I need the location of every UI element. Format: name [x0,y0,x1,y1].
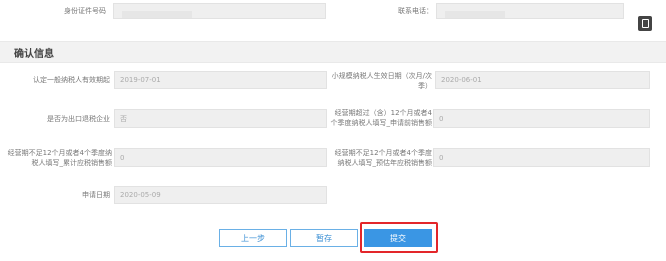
id-number-label: 身份证件号码 [64,7,106,15]
export-field[interactable]: 否 [114,109,327,128]
recognition-date-label: 认定一般纳税人有效期起 [33,76,110,84]
effective-date-label: 小规模纳税人生效日期（次月/次季） [331,72,432,90]
export-label: 是否为出口退税企业 [47,115,110,123]
section-header: 确认信息 [0,41,666,63]
prev-step-button[interactable]: 上一步 [219,229,287,247]
id-number-field[interactable] [113,3,326,19]
phone-label: 联系电话： [398,7,433,15]
under12-cum-label: 经营期不足12个月或者4个季度纳税人填写_累计应税销售额 [7,149,112,167]
apply-date-label: 申请日期 [82,191,110,199]
recognition-date-field[interactable]: 2019-07-01 [114,71,327,89]
redacted-phone [445,11,505,18]
redacted-id [122,11,192,18]
section-title: 确认信息 [14,48,54,60]
save-draft-button[interactable]: 暂存 [290,229,358,247]
under12-est-field[interactable]: 0 [433,148,650,167]
submit-button[interactable]: 提交 [364,229,432,247]
effective-date-field[interactable]: 2020-06-01 [435,71,650,89]
under12-cum-field[interactable]: 0 [114,148,327,167]
phone-field[interactable] [436,3,624,19]
apply-date-field[interactable]: 2020-05-09 [114,186,327,204]
past12-label: 经营期超过（含）12个月或者4个季度纳税人填写_申请前销售额 [330,109,433,127]
under12-est-label: 经营期不足12个月或者4个季度纳税人填写_预估年应税销售额 [334,149,432,167]
book-icon[interactable] [638,16,652,31]
past12-field[interactable]: 0 [433,109,650,128]
